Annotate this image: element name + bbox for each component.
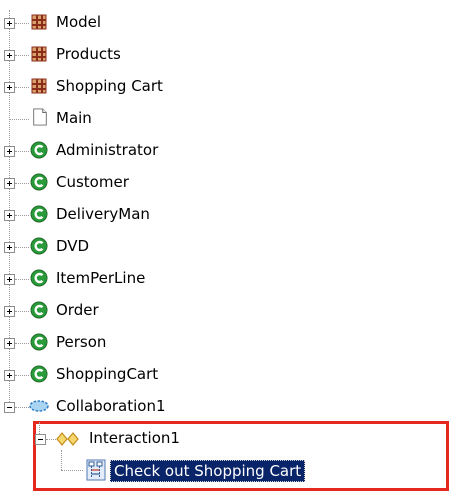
collapse-icon[interactable] <box>35 434 46 445</box>
tree-item-label: Model <box>56 13 102 31</box>
class-icon <box>30 173 48 191</box>
tree-item-label: DeliveryMan <box>56 205 150 223</box>
collapse-icon[interactable] <box>4 402 15 413</box>
tree-item-label: Products <box>56 45 121 63</box>
tree-item-collaboration1[interactable]: Collaboration1 <box>0 392 449 424</box>
package-icon <box>31 46 47 62</box>
expand-icon[interactable] <box>4 50 15 61</box>
tree-item-administrator[interactable]: Administrator <box>0 136 449 168</box>
expand-icon[interactable] <box>4 274 15 285</box>
class-icon <box>30 333 48 351</box>
class-icon <box>30 205 48 223</box>
class-icon <box>30 269 48 287</box>
document-icon <box>33 108 47 126</box>
tree-item-label: ShoppingCart <box>56 365 159 383</box>
collaboration-icon <box>29 400 49 412</box>
tree-item-shoppingcart-class[interactable]: ShoppingCart <box>0 360 449 392</box>
model-tree: Model Products Shopping Cart Main Admini… <box>0 0 449 494</box>
interaction-icon <box>56 432 79 446</box>
tree-item-label: Person <box>56 333 107 351</box>
tree-item-label: Administrator <box>56 141 159 159</box>
sequence-diagram-icon <box>86 459 106 481</box>
class-icon <box>30 301 48 319</box>
tree-item-products[interactable]: Products <box>0 40 449 72</box>
tree-item-label: ItemPerLine <box>56 269 146 287</box>
class-icon <box>30 365 48 383</box>
tree-item-label: Customer <box>56 173 129 191</box>
expand-icon[interactable] <box>4 18 15 29</box>
package-icon <box>31 14 47 30</box>
tree-item-main[interactable]: Main <box>0 104 449 136</box>
tree-item-check-out-shopping-cart[interactable]: Check out Shopping Cart <box>33 456 449 488</box>
expand-icon[interactable] <box>4 178 15 189</box>
tree-item-deliveryman[interactable]: DeliveryMan <box>0 200 449 232</box>
expand-icon[interactable] <box>4 338 15 349</box>
tree-item-person[interactable]: Person <box>0 328 449 360</box>
tree-item-label: Shopping Cart <box>56 77 163 95</box>
tree-item-interaction1[interactable]: Interaction1 <box>33 424 449 456</box>
tree-item-shopping-cart[interactable]: Shopping Cart <box>0 72 449 104</box>
expand-icon[interactable] <box>4 370 15 381</box>
tree-item-label-selected: Check out Shopping Cart <box>110 460 306 482</box>
class-icon <box>30 237 48 255</box>
tree-item-label: Order <box>56 301 99 319</box>
expand-icon[interactable] <box>4 146 15 157</box>
tree-item-label: Main <box>56 109 92 127</box>
tree-item-label: DVD <box>56 237 90 255</box>
expand-icon[interactable] <box>4 242 15 253</box>
expand-icon[interactable] <box>4 210 15 221</box>
tree-item-label: Interaction1 <box>89 429 180 447</box>
tree-item-dvd[interactable]: DVD <box>0 232 449 264</box>
expand-icon[interactable] <box>4 306 15 317</box>
tree-item-order[interactable]: Order <box>0 296 449 328</box>
tree-item-customer[interactable]: Customer <box>0 168 449 200</box>
tree-item-model[interactable]: Model <box>0 8 449 40</box>
tree-item-label: Collaboration1 <box>56 397 166 415</box>
class-icon <box>30 141 48 159</box>
package-icon <box>31 78 47 94</box>
tree-item-itemperline[interactable]: ItemPerLine <box>0 264 449 296</box>
expand-icon[interactable] <box>4 82 15 93</box>
